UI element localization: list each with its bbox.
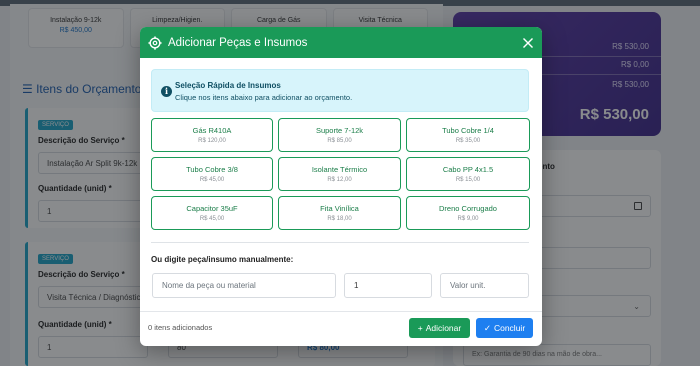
- quick-item-button[interactable]: Suporte 7-12k R$ 85,00: [278, 118, 401, 152]
- info-title: Seleção Rápida de Insumos: [175, 81, 281, 90]
- quick-item-price: R$ 35,00: [455, 138, 481, 144]
- quick-item-button[interactable]: Capacitor 35uF R$ 45,00: [151, 196, 273, 230]
- quick-item-name: Gás R410A: [192, 126, 232, 135]
- info-icon: i: [161, 86, 172, 97]
- quick-item-price: R$ 120,00: [198, 138, 226, 144]
- quick-item-name: Tubo Cobre 1/4: [442, 126, 494, 135]
- quick-item-name: Suporte 7-12k: [315, 126, 364, 135]
- manual-entry-title: Ou digite peça/insumo manualmente:: [151, 255, 294, 264]
- close-icon[interactable]: [522, 37, 534, 49]
- quick-item-price: R$ 45,00: [199, 216, 225, 222]
- quantity-input[interactable]: [344, 273, 432, 298]
- added-items-count: 0 itens adicionados: [148, 323, 213, 332]
- unit-value-input[interactable]: [440, 273, 529, 298]
- add-parts-modal: Adicionar Peças e Insumos i Seleção Rápi…: [140, 27, 542, 346]
- quick-item-name: Isolante Térmico: [311, 165, 368, 174]
- quick-item-price: R$ 85,00: [327, 138, 352, 144]
- quick-item-name: Fita Vinílica: [320, 204, 359, 213]
- modal-title: Adicionar Peças e Insumos: [168, 36, 308, 49]
- quick-item-price: R$ 9,00: [457, 216, 479, 222]
- add-button-label: Adicionar: [425, 323, 462, 333]
- quick-item-name: Capacitor 35uF: [186, 204, 238, 213]
- quick-item-button[interactable]: Tubo Cobre 1/4 R$ 35,00: [406, 118, 530, 152]
- add-button[interactable]: + Adicionar: [409, 318, 470, 338]
- info-text: Clique nos itens abaixo para adicionar a…: [175, 93, 353, 102]
- quick-items-grid: Gás R410A R$ 120,00 Suporte 7-12k R$ 85,…: [151, 118, 532, 230]
- quick-item-button[interactable]: Gás R410A R$ 120,00: [151, 118, 273, 152]
- quick-item-price: R$ 18,00: [327, 216, 352, 222]
- quick-item-price: R$ 15,00: [455, 177, 481, 183]
- item-name-input[interactable]: [152, 273, 336, 298]
- info-alert: i Seleção Rápida de Insumos Clique nos i…: [151, 69, 529, 112]
- quick-item-price: R$ 45,00: [199, 177, 225, 183]
- quick-item-button[interactable]: Tubo Cobre 3/8 R$ 45,00: [151, 157, 273, 191]
- quick-item-name: Cabo PP 4x1.5: [442, 165, 494, 174]
- quick-item-name: Tubo Cobre 3/8: [186, 165, 238, 174]
- plus-icon: +: [417, 323, 423, 333]
- footer-divider: [140, 311, 542, 312]
- quick-item-button[interactable]: Fita Vinílica R$ 18,00: [278, 196, 401, 230]
- done-button[interactable]: ✓ Concluir: [476, 318, 533, 338]
- quick-item-name: Dreno Corrugado: [439, 204, 497, 213]
- quick-item-button[interactable]: Isolante Térmico R$ 12,00: [278, 157, 401, 191]
- quick-item-button[interactable]: Dreno Corrugado R$ 9,00: [406, 196, 530, 230]
- done-button-label: Concluir: [493, 323, 526, 333]
- divider: [151, 242, 529, 243]
- modal-header: Adicionar Peças e Insumos: [140, 27, 542, 58]
- check-icon: ✓: [483, 322, 491, 333]
- quick-item-button[interactable]: Cabo PP 4x1.5 R$ 15,00: [406, 157, 530, 191]
- quick-item-price: R$ 12,00: [327, 177, 352, 183]
- gear-icon: [148, 35, 162, 50]
